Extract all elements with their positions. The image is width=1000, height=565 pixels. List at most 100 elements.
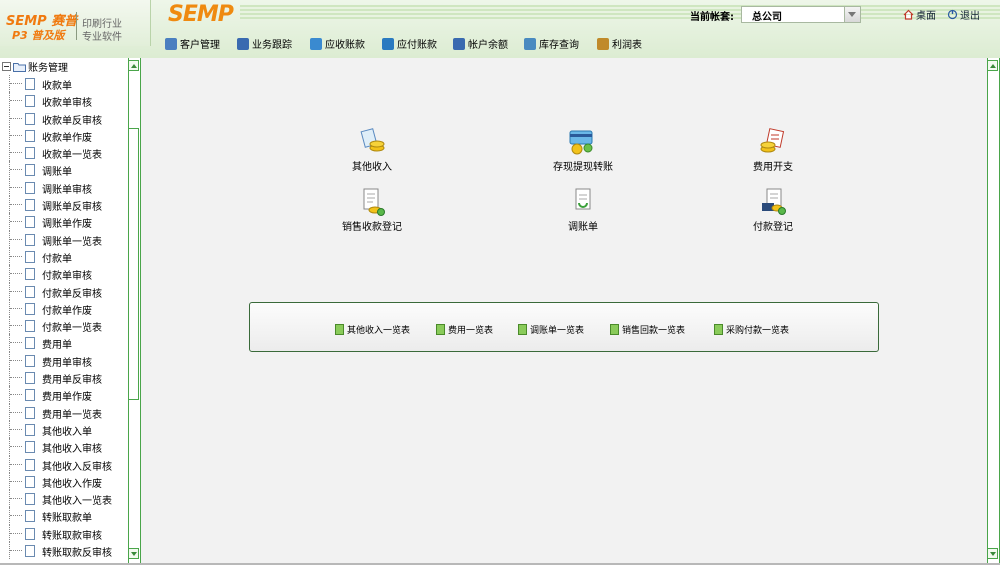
account-label: 当前帐套: (690, 12, 734, 23)
tree-scrollbar[interactable] (128, 58, 141, 563)
quick-link[interactable]: 费用一览表 (436, 323, 493, 336)
tree-item[interactable]: 其他收入单 (0, 420, 128, 439)
menu-item-label: 利润表 (612, 40, 642, 51)
action-deposit-transfer[interactable]: 存现提现转账 (513, 128, 653, 173)
tree-item[interactable]: 费用单反审核 (0, 369, 128, 387)
action-label: 调账单 (568, 222, 598, 233)
tree-item[interactable]: 调账单反审核 (0, 196, 128, 214)
header: SEMP 赛普 P3 普及版 印刷行业 专业软件 SEMP 当前帐套: 总公司 … (0, 0, 1000, 58)
folder-icon (13, 62, 26, 72)
account-value: 总公司 (752, 12, 782, 23)
tree-item[interactable]: 其他收入作废 (0, 472, 128, 491)
tree-root[interactable]: 账务管理 (2, 59, 68, 74)
list-doc-icon (518, 324, 527, 335)
action-adjust[interactable]: 调账单 (513, 188, 653, 233)
document-icon (25, 493, 35, 506)
tree-item[interactable]: 调账单 (0, 161, 128, 179)
tree-item[interactable]: 调账单审核 (0, 178, 128, 197)
quick-link[interactable]: 销售回款一览表 (610, 323, 685, 336)
quick-link-label: 其他收入一览表 (347, 326, 411, 336)
document-icon (25, 337, 35, 350)
tree-root-label: 账务管理 (28, 63, 68, 74)
menu-item-payables[interactable]: 应付账款 (382, 36, 437, 51)
document-icon (25, 164, 35, 177)
nav-tree: 账务管理 收款单 收款单审核 收款单反审核 收款单作废 收款单一览表 调账单 调… (0, 58, 128, 563)
tree-item[interactable]: 转账取款单 (0, 507, 128, 525)
quick-links-panel: 其他收入一览表 费用一览表 调账单一览表 销售回款一览表 采购付款一览表 (249, 302, 879, 352)
quick-link[interactable]: 其他收入一览表 (335, 323, 410, 336)
document-icon (25, 216, 35, 229)
action-label: 付款登记 (753, 222, 793, 233)
tree-item[interactable]: 转账取款反审核 (0, 542, 128, 560)
scroll-up-icon[interactable] (128, 60, 139, 71)
quick-link-label: 销售回款一览表 (622, 326, 686, 336)
document-icon (25, 181, 35, 194)
tree-item[interactable]: 转账取款审核 (0, 524, 128, 543)
action-other-income[interactable]: 其他收入 (302, 128, 442, 173)
menu-item-stock[interactable]: 库存查询 (524, 36, 579, 51)
tree-item[interactable]: 付款单一览表 (0, 317, 128, 335)
collapse-icon[interactable] (2, 62, 11, 71)
document-icon (25, 354, 35, 367)
menu-item-balance[interactable]: 帐户余额 (453, 36, 508, 51)
scroll-down-icon[interactable] (987, 548, 998, 559)
tree-item[interactable]: 费用单一览表 (0, 403, 128, 421)
tree-item[interactable]: 费用单 (0, 334, 128, 352)
document-icon (25, 129, 35, 142)
payment-icon (758, 188, 788, 216)
scroll-thumb[interactable] (128, 128, 139, 400)
stock-icon (524, 37, 536, 50)
scroll-down-icon[interactable] (128, 548, 139, 559)
logout-link-label: 退出 (960, 11, 980, 22)
document-icon (25, 112, 35, 125)
tree-item[interactable]: 其他收入反审核 (0, 455, 128, 473)
menu-item-customers[interactable]: 客户管理 (165, 36, 220, 51)
tree-item[interactable]: 收款单作废 (0, 126, 128, 145)
desktop-link-label: 桌面 (916, 11, 936, 22)
tree-item[interactable]: 付款单反审核 (0, 282, 128, 300)
expense-icon (758, 128, 788, 156)
tree-item[interactable]: 其他收入一览表 (0, 490, 128, 508)
action-sales-receipt[interactable]: 销售收款登记 (302, 188, 442, 233)
tree-item[interactable]: 付款单审核 (0, 265, 128, 283)
tree-item[interactable]: 付款单作废 (0, 299, 128, 318)
tree-item[interactable]: 收款单 (0, 75, 128, 93)
menu-item-tracking[interactable]: 业务跟踪 (237, 36, 292, 51)
payable-icon (382, 37, 394, 50)
action-label: 存现提现转账 (553, 162, 613, 173)
tree-item[interactable]: 收款单一览表 (0, 144, 128, 162)
profit-icon (597, 37, 609, 50)
tree-item[interactable]: 付款单 (0, 247, 128, 266)
document-icon (25, 406, 35, 419)
action-label: 销售收款登记 (342, 222, 402, 233)
scroll-up-icon[interactable] (987, 60, 998, 71)
document-icon (25, 268, 35, 281)
tree-item[interactable]: 调账单一览表 (0, 230, 128, 248)
tree-item[interactable]: 费用单审核 (0, 351, 128, 370)
tree-item[interactable]: 收款单反审核 (0, 109, 128, 127)
logo-tagline-2: 专业软件 (82, 32, 122, 43)
quick-link[interactable]: 采购付款一览表 (714, 323, 789, 336)
logo-divider (76, 12, 77, 40)
action-expense[interactable]: 费用开支 (703, 128, 843, 173)
tree-item[interactable]: 费用单作废 (0, 386, 128, 404)
tree-item[interactable]: 收款单审核 (0, 92, 128, 110)
chevron-down-icon[interactable] (844, 7, 860, 22)
logout-link[interactable]: 退出 (947, 7, 980, 22)
receivable-icon (310, 37, 322, 50)
list-doc-icon (436, 324, 445, 335)
tree-item[interactable]: 调账单作废 (0, 213, 128, 231)
action-payment[interactable]: 付款登记 (703, 188, 843, 233)
account-select[interactable]: 总公司 (741, 6, 861, 23)
main-scrollbar[interactable] (987, 58, 1000, 563)
document-icon (25, 78, 35, 90)
tree-item[interactable]: 其他收入审核 (0, 438, 128, 456)
tree-list: 收款单 收款单审核 收款单反审核 收款单作废 收款单一览表 调账单 调账单审核 … (0, 75, 128, 560)
quick-link[interactable]: 调账单一览表 (518, 323, 584, 336)
logout-icon (947, 9, 958, 20)
menu-item-profit[interactable]: 利润表 (597, 36, 642, 51)
document-icon (25, 233, 35, 246)
menu-item-receivables[interactable]: 应收账款 (310, 36, 365, 51)
desktop-link[interactable]: 桌面 (903, 7, 936, 22)
action-label: 费用开支 (753, 162, 793, 173)
